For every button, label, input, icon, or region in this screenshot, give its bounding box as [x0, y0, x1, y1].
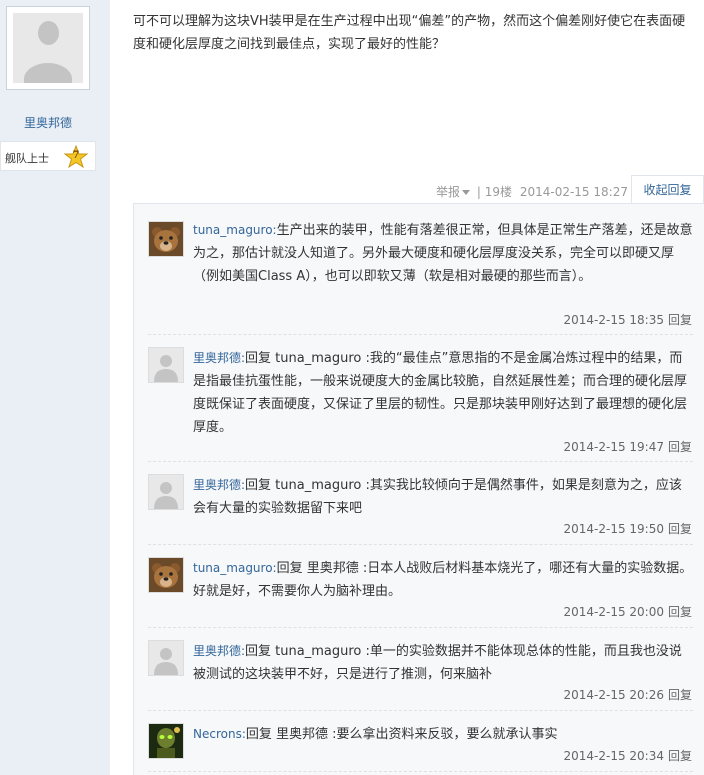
comment-body: 回复 里奥邦德 :要么拿出资料来反驳，要么就承认事实 [245, 727, 558, 742]
comment-text: tuna_maguro:生产出来的装甲，性能有落差很正常，但具体是正常生产落差，… [193, 219, 693, 288]
comment-time: 2014-2-15 20:00 [563, 605, 664, 619]
reply-link[interactable]: 回复 [668, 605, 692, 619]
necron-avatar-icon[interactable] [148, 723, 184, 759]
default-avatar-icon[interactable] [148, 640, 184, 676]
post-content: 可不可以理解为这块VH装甲是在生产过程中出现“偏差”的产物，然而这个偏差刚好使它… [133, 14, 686, 52]
rank-level: 7 [72, 150, 80, 161]
comment-divider [148, 771, 693, 772]
comment-body: 回复 tuna_maguro :我的“最佳点”意思指的不是金属冶炼过程中的结果，… [193, 351, 688, 435]
user-avatar[interactable] [6, 6, 90, 90]
meta-separator: | [476, 185, 481, 199]
comment-body: 回复 tuna_maguro :其实我比较倾向于是偶然事件，如果是刻意为之，应该… [193, 478, 682, 516]
chevron-down-icon[interactable] [462, 190, 471, 195]
user-sidebar: 里奥邦德 舰队上士 7 [0, 0, 110, 775]
comment-text: 里奥邦德:回复 tuna_maguro :我的“最佳点”意思指的不是金属冶炼过程… [193, 347, 693, 439]
collapse-replies-button[interactable]: 收起回复 [631, 175, 704, 204]
bear-avatar-icon[interactable] [148, 557, 184, 593]
comment-footer: 2014-2-15 20:00 回复 [563, 603, 692, 620]
report-link[interactable]: 举报 [436, 185, 460, 199]
default-avatar-icon[interactable] [148, 347, 184, 383]
comment-footer: 2014-2-15 19:50 回复 [563, 520, 692, 537]
comment-author[interactable]: Necrons: [193, 727, 246, 741]
rank-badge: 舰队上士 7 [0, 141, 96, 171]
comment-footer: 2014-2-15 20:26 回复 [563, 686, 692, 703]
comment-time: 2014-2-15 19:50 [563, 522, 664, 536]
comment-footer: 2014-2-15 19:47 回复 [563, 438, 692, 455]
reply-link[interactable]: 回复 [668, 522, 692, 536]
comment-time: 2014-2-15 20:26 [563, 688, 664, 702]
floor-number: 19楼 [484, 185, 512, 199]
comment-text: Necrons:回复 里奥邦德 :要么拿出资料来反驳，要么就承认事实 [193, 723, 693, 746]
comment-text: tuna_maguro:回复 里奥邦德 :日本人战败后材料基本烧光了，哪还有大量… [193, 557, 693, 603]
comment-divider [148, 710, 693, 711]
comment-time: 2014-2-15 18:35 [563, 313, 664, 327]
post-date: 2014-02-15 18:27 [519, 185, 628, 199]
reply-link[interactable]: 回复 [668, 688, 692, 702]
comment-author[interactable]: tuna_maguro: [193, 561, 277, 575]
star-icon: 7 [63, 144, 89, 169]
comment-time: 2014-2-15 20:34 [563, 749, 664, 763]
post-meta: 举报 | 19楼 2014-02-15 18:27 [436, 183, 628, 200]
bear-avatar-icon[interactable] [148, 221, 184, 257]
comment-author[interactable]: 里奥邦德: [193, 644, 245, 658]
comment-text: 里奥邦德:回复 tuna_maguro :单一的实验数据并不能体现总体的性能，而… [193, 640, 693, 686]
comment-list: tuna_maguro:生产出来的装甲，性能有落差很正常，但具体是正常生产落差，… [133, 203, 704, 775]
reply-link[interactable]: 回复 [668, 440, 692, 454]
comment-author[interactable]: 里奥邦德: [193, 478, 245, 492]
reply-link[interactable]: 回复 [668, 749, 692, 763]
rank-title: 舰队上士 [5, 152, 49, 165]
comment-text: 里奥邦德:回复 tuna_maguro :其实我比较倾向于是偶然事件，如果是刻意… [193, 474, 693, 520]
comment-time: 2014-2-15 19:47 [563, 440, 664, 454]
default-avatar-icon[interactable] [148, 474, 184, 510]
comment-divider [148, 461, 693, 462]
comment-divider [148, 627, 693, 628]
comment-divider [148, 544, 693, 545]
comment-author[interactable]: tuna_maguro: [193, 223, 277, 237]
username-link[interactable]: 里奥邦德 [0, 114, 96, 131]
comment-author[interactable]: 里奥邦德: [193, 351, 245, 365]
comment-footer: 2014-2-15 20:34 回复 [563, 747, 692, 764]
comment-footer: 2014-2-15 18:35 回复 [563, 311, 692, 328]
comment-divider [148, 334, 693, 335]
default-avatar-icon [13, 13, 83, 83]
comment-body: 回复 tuna_maguro :单一的实验数据并不能体现总体的性能，而且我也没说… [193, 644, 682, 682]
reply-link[interactable]: 回复 [668, 313, 692, 327]
